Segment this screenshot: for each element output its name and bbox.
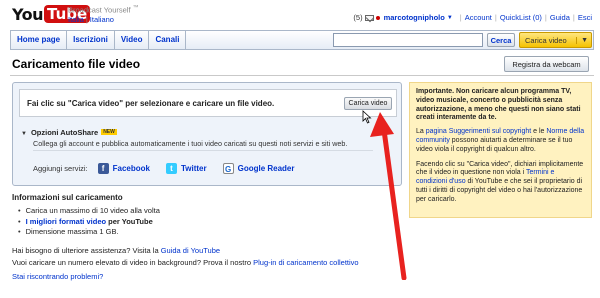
copyright-warning: Importante. Non caricare alcun programma… — [409, 82, 592, 218]
country-link[interactable]: Italia — [68, 15, 84, 24]
google-reader-service-link[interactable]: G Google Reader — [222, 163, 295, 174]
language-link[interactable]: Italiano — [90, 15, 114, 24]
upload-video-label: Carica video — [525, 35, 567, 45]
warning-paragraph-2: Facendo clic su "Carica video", dichiari… — [416, 161, 585, 205]
help-link[interactable]: Guida — [550, 13, 570, 22]
mail-icon[interactable] — [364, 14, 374, 21]
warning-text: Facendo clic su "Carica video", dichiari… — [416, 160, 584, 177]
upload-panel: Fai clic su "Carica video" per seleziona… — [12, 82, 402, 186]
upload-video-button[interactable]: Carica video ▼ — [519, 32, 592, 48]
message-count: (5) — [353, 13, 363, 22]
list-item-text: per YouTube — [106, 216, 153, 226]
problems-link[interactable]: Stai riscontrando problemi? — [12, 272, 103, 281]
facebook-label: Facebook — [112, 164, 150, 173]
list-item: I migliori formati video per YouTube — [18, 217, 160, 228]
bulk-upload-line: Vuoi caricare un numero elevato di video… — [12, 258, 359, 267]
services-label: Aggiungi servizi: — [33, 164, 88, 173]
google-reader-label: Google Reader — [237, 164, 295, 173]
file-select-box: Fai clic su "Carica video" per seleziona… — [19, 89, 397, 117]
logo-you: You — [12, 4, 44, 24]
twitter-service-link[interactable]: t Twitter — [165, 163, 207, 174]
notification-dot — [375, 15, 380, 20]
search-button[interactable]: Cerca — [487, 33, 515, 47]
trademark: ™ — [132, 5, 139, 11]
account-link[interactable]: Account — [465, 13, 492, 22]
google-reader-icon: G — [222, 163, 234, 174]
title-divider — [10, 75, 594, 76]
triangle-down-icon: ▼ — [21, 131, 27, 137]
red-arrow-icon — [370, 112, 407, 280]
bulk-uploader-link[interactable]: Plug-in di caricamento collettivo — [253, 258, 358, 267]
quicklist-link[interactable]: QuickList (0) — [500, 13, 542, 22]
services-row: Aggiungi servizi: f Facebook t Twitter G… — [33, 163, 311, 174]
search-input[interactable] — [333, 33, 483, 47]
upload-info-title: Informazioni sul caricamento — [12, 193, 123, 202]
chevron-down-icon[interactable]: ▼ — [576, 36, 588, 44]
tab-home[interactable]: Home page — [11, 31, 68, 49]
logout-link[interactable]: Esci — [578, 13, 592, 22]
warning-paragraph-1: La pagina Suggerimenti sul copyright e l… — [416, 128, 585, 154]
autoshare-description: Collega gli account e pubblica automatic… — [33, 139, 348, 148]
youtube-help-link[interactable]: Guida di YouTube — [161, 246, 220, 255]
bulk-text: Vuoi caricare un numero elevato di video… — [12, 258, 254, 267]
language-selector: Italia | Italiano — [68, 15, 114, 24]
facebook-service-link[interactable]: f Facebook — [97, 163, 150, 174]
upload-info-list: Carica un massimo di 10 video alla volta… — [18, 206, 160, 238]
twitter-icon: t — [165, 163, 177, 174]
list-item: Carica un massimo di 10 video alla volta — [18, 206, 160, 217]
help-line: Hai bisogno di ulteriore assistenza? Vis… — [12, 246, 220, 255]
tab-subscriptions[interactable]: Iscrizioni — [67, 31, 115, 49]
facebook-icon: f — [97, 163, 109, 174]
record-webcam-button[interactable]: Registra da webcam — [504, 56, 589, 72]
twitter-label: Twitter — [180, 164, 207, 173]
chevron-down-icon[interactable]: ▼ — [447, 15, 453, 21]
username-link[interactable]: marcotognipholo — [384, 13, 445, 22]
page-title: Caricamento file video — [12, 57, 141, 71]
user-navigation: (5) marcotognipholo ▼ | Account | QuickL… — [353, 13, 592, 22]
new-badge: NEW — [101, 129, 117, 135]
autoshare-divider — [33, 150, 373, 151]
help-text: Hai bisogno di ulteriore assistenza? Vis… — [12, 246, 161, 255]
copyright-tips-link[interactable]: pagina Suggerimenti sul copyright — [426, 128, 531, 135]
list-item: Dimensione massima 1 GB. — [18, 227, 160, 238]
nav-tabs: Home page Iscrizioni Video Canali — [11, 31, 187, 49]
warning-heading: Importante. Non caricare alcun programma… — [416, 88, 581, 122]
autoshare-toggle[interactable]: ▼ Opzioni AutoShare NEW — [21, 128, 117, 137]
tagline-text: Broadcast Yourself — [68, 5, 131, 15]
tagline: Broadcast Yourself ™ — [68, 5, 139, 15]
main-nav-bar: Home page Iscrizioni Video Canali Cerca … — [10, 30, 594, 50]
upload-instruction: Fai clic su "Carica video" per seleziona… — [27, 99, 275, 108]
tab-channels[interactable]: Canali — [149, 31, 187, 49]
autoshare-title: Opzioni AutoShare — [30, 128, 99, 137]
tab-videos[interactable]: Video — [115, 31, 150, 49]
warning-text: e le — [531, 128, 547, 136]
best-formats-link[interactable]: I migliori formati video — [26, 217, 106, 226]
